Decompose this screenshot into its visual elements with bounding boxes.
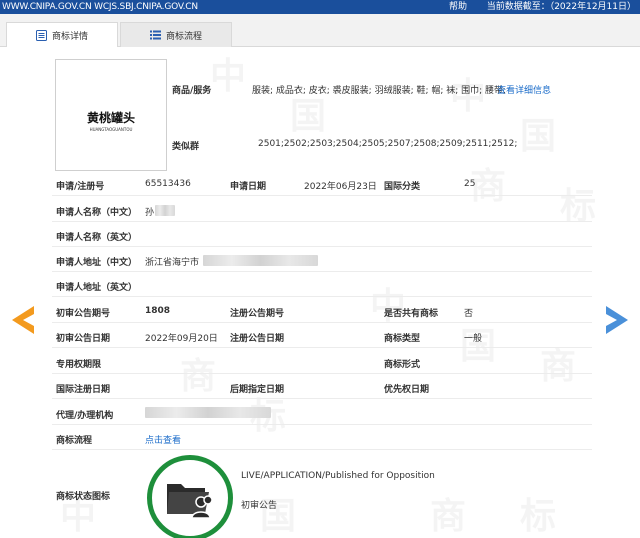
prelim-issue-label: 初审公告期号 [56, 309, 111, 319]
reg-no-value: 65513436 [145, 179, 191, 189]
status-icon [147, 455, 233, 538]
tm-type-value: 一般 [464, 334, 483, 344]
help-link[interactable]: 帮助 [449, 0, 467, 14]
document-list-icon [35, 29, 47, 41]
addr-en-label: 申请人地址（英文） [56, 283, 138, 293]
app-date-value: 2022年06月23日 [304, 182, 377, 192]
process-label: 商标流程 [56, 436, 93, 446]
row-divider [52, 449, 592, 450]
chevron-right-icon [606, 306, 628, 334]
tab-label: 商标详情 [51, 31, 88, 42]
exclusive-label: 专用权期限 [56, 360, 102, 370]
similar-group-value: 2501;2502;2503;2504;2505;2507;2508;2509;… [258, 139, 518, 149]
reg-date-label: 注册公告日期 [230, 334, 285, 344]
chevron-left-icon [12, 306, 34, 334]
row-divider [52, 398, 592, 399]
details-panel: 中 国 中 国 商 标 中 国 商 标 商 中 国 商 标 黄桃罐头 HUANG… [0, 47, 640, 538]
addr-cn-value: 浙江省海宁市 [145, 258, 200, 268]
row-divider [52, 221, 592, 222]
shared-value: 否 [464, 309, 474, 319]
applicant-en-label: 申请人名称（英文） [56, 233, 138, 243]
goods-value: 服装; 成品衣; 皮衣; 裘皮服装; 羽绒服装; 鞋; 帽; 袜; 围巾; 腰带… [252, 86, 507, 96]
status-en: LIVE/APPLICATION/Published for Oppositio… [241, 471, 435, 481]
agent-label: 代理/办理机构 [56, 411, 114, 421]
redacted-block [145, 407, 271, 418]
logo-pinyin: HUANGTAOGUANTOU [90, 127, 133, 132]
process-view-link[interactable]: 点击查看 [145, 433, 181, 446]
folder-user-icon [167, 484, 213, 519]
row-divider [52, 373, 592, 374]
row-divider [52, 195, 592, 196]
later-date-label: 后期指定日期 [230, 385, 285, 395]
goods-label: 商品/服务 [172, 86, 212, 96]
intl-reg-date-label: 国际注册日期 [56, 385, 111, 395]
addr-cn-label: 申请人地址（中文） [56, 258, 138, 268]
data-as-of: 当前数据截至：（2022年12月11日） [486, 2, 636, 12]
reg-no-label: 申请/注册号 [56, 182, 105, 192]
intl-class-label: 国际分类 [384, 182, 421, 192]
next-record-button[interactable] [604, 306, 628, 337]
applicant-cn-label: 申请人名称（中文） [56, 208, 138, 218]
app-date-label: 申请日期 [230, 182, 267, 192]
status-icon-label: 商标状态图标 [56, 492, 111, 502]
prelim-issue-value: 1808 [145, 306, 171, 316]
tm-type-label: 商标类型 [384, 334, 421, 344]
redacted-block [155, 205, 175, 216]
logo-chars: 黄桃罐头 [87, 110, 135, 125]
row-divider [52, 424, 592, 425]
intl-class-value: 25 [464, 179, 476, 189]
prev-record-button[interactable] [12, 306, 36, 337]
site-urls[interactable]: WWW.CNIPA.GOV.CN WCJS.SBJ.CNIPA.GOV.CN [2, 0, 198, 14]
list-icon [149, 30, 161, 40]
row-divider [52, 322, 592, 323]
tm-form-label: 商标形式 [384, 360, 421, 370]
status-cn: 初审公告 [241, 501, 278, 511]
row-divider [52, 271, 592, 272]
tab-trademark-details[interactable]: 商标详情 [6, 22, 118, 48]
trademark-image: 黄桃罐头 HUANGTAOGUANTOU [55, 59, 167, 171]
prelim-date-value: 2022年09月20日 [145, 334, 218, 344]
priority-date-label: 优先权日期 [384, 385, 430, 395]
reg-issue-label: 注册公告期号 [230, 309, 285, 319]
tab-label: 商标流程 [165, 31, 202, 42]
tab-bar: 商标详情 商标流程 [0, 14, 640, 48]
applicant-cn-value: 孙 [145, 208, 155, 218]
prelim-date-label: 初审公告日期 [56, 334, 111, 344]
tab-trademark-process[interactable]: 商标流程 [120, 22, 232, 47]
similar-group-label: 类似群 [172, 142, 200, 152]
row-divider [52, 296, 592, 297]
view-details-link[interactable]: 查看详细信息 [497, 83, 551, 96]
row-divider [52, 246, 592, 247]
redacted-block [203, 255, 318, 266]
row-divider [52, 347, 592, 348]
shared-label: 是否共有商标 [384, 309, 439, 319]
top-bar: WWW.CNIPA.GOV.CN WCJS.SBJ.CNIPA.GOV.CN 帮… [0, 0, 640, 14]
